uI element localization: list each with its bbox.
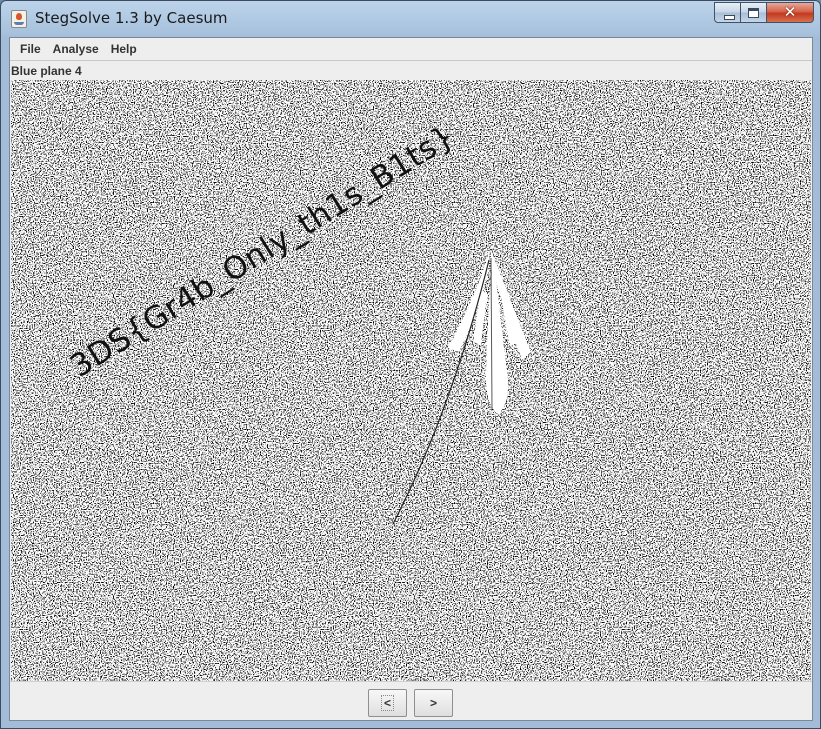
- maximize-button[interactable]: [741, 2, 767, 23]
- previous-plane-button[interactable]: <: [368, 689, 407, 717]
- menu-analyse[interactable]: Analyse: [47, 38, 105, 60]
- window-title: StegSolve 1.3 by Caesum: [35, 9, 228, 27]
- bit-plane-image: 3DS{Gr4b_Only_th1s_B1ts}: [11, 80, 811, 681]
- client-area: File Analyse Help Blue plane 4 3DS{Gr4b_…: [9, 37, 813, 721]
- close-icon: ✕: [783, 3, 797, 21]
- menu-bar: File Analyse Help: [10, 38, 812, 60]
- menu-file[interactable]: File: [14, 38, 47, 60]
- image-panel[interactable]: 3DS{Gr4b_Only_th1s_B1ts}: [11, 80, 811, 681]
- stegsolve-window: StegSolve 1.3 by Caesum ✕ File Analyse H…: [0, 0, 821, 729]
- plane-label: Blue plane 4: [11, 64, 82, 78]
- window-controls: ✕: [714, 2, 814, 23]
- next-plane-button[interactable]: >: [414, 689, 453, 717]
- close-button[interactable]: ✕: [767, 2, 814, 23]
- previous-plane-label: <: [380, 695, 394, 711]
- minimize-button[interactable]: [714, 2, 741, 23]
- java-app-icon[interactable]: [11, 10, 27, 28]
- menu-help[interactable]: Help: [105, 38, 143, 60]
- title-bar[interactable]: StegSolve 1.3 by Caesum ✕: [1, 1, 820, 37]
- navigation-bar: < >: [10, 681, 812, 720]
- menu-separator: [10, 60, 812, 61]
